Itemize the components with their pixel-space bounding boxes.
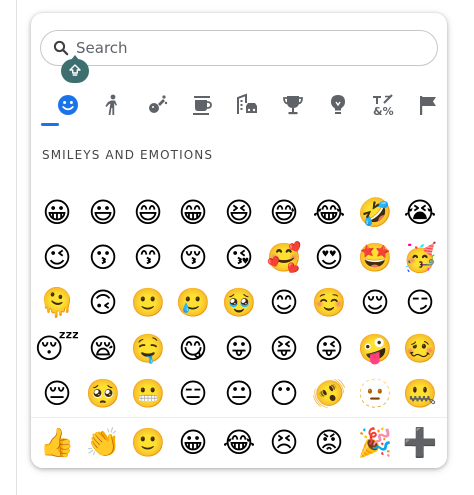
recent-emoji-button[interactable]: 😣 [264,423,304,463]
emoji-button[interactable]: 😍 [309,238,349,278]
active-tab-indicator [41,123,59,126]
add-emoji-button[interactable]: ➕ [400,423,440,463]
emoji-button[interactable]: 🥳 [400,238,440,278]
person-icon [100,93,124,121]
emoji-button[interactable]: 🥹 [219,283,259,323]
emoji-grid: 😀 😃 😄 😁 😆 😅 😂 🤣 😭 😉 😗 😙 😚 😘 🥰 😍 🤩 🥳 🫠 🙃 🙂 🥲 🥹 😊 ☺️ 😌 😏 😴 😪 🤤 😋 😛 😝 😜 🤪 🥴 😔 🥺 😬… [31,181,447,417]
emoji-button[interactable]: 🙃 [83,283,123,323]
emoji-button[interactable]: 😶 [264,374,304,414]
shift-up-icon [68,62,82,81]
emoji-button[interactable]: 😚 [173,238,213,278]
emoji-button[interactable]: 😉 [37,238,77,278]
svg-text:&%: &% [373,105,394,117]
emoji-button[interactable]: 😭 [400,193,440,233]
tab-animals[interactable] [142,91,172,123]
emoji-button[interactable]: 😀 [37,193,77,233]
emoji-button[interactable]: 😝 [264,329,304,369]
search-bar[interactable] [40,30,438,66]
emoji-button[interactable]: 😑 [173,374,213,414]
tab-symbols[interactable]: &% [368,91,398,123]
emoji-button[interactable]: 😴 [35,329,80,369]
recent-emoji-button[interactable]: 😂 [219,423,259,463]
smiley-icon [56,93,80,121]
tab-food[interactable] [187,91,217,123]
animal-icon [145,93,169,121]
search-input[interactable] [76,39,406,57]
recent-emoji-button[interactable]: 🙂 [128,423,168,463]
tab-people[interactable] [97,91,127,123]
tab-smileys[interactable] [53,91,83,123]
emoji-button[interactable]: 😊 [264,283,304,323]
emoji-button[interactable]: 😆 [219,193,259,233]
page-divider [16,0,17,495]
emoji-button[interactable]: 🤐 [400,374,440,414]
section-title: SMILEYS AND EMOTIONS [42,148,214,162]
emoji-button[interactable]: 🫥 [355,374,395,414]
emoji-button[interactable]: 😏 [400,283,440,323]
category-bar: &% [47,91,439,127]
recent-emoji-bar: 👍 👏 🙂 😀 😂 😣 😡 🎉 ➕ [31,417,447,468]
shift-tooltip [61,55,89,83]
emoji-button[interactable]: 😌 [355,283,395,323]
emoji-button[interactable]: 🫨 [309,374,349,414]
emoji-button[interactable]: 😋 [173,329,213,369]
emoji-button[interactable]: 😗 [83,238,123,278]
emoji-button[interactable]: 🥰 [264,238,304,278]
travel-icon [235,93,259,121]
emoji-button[interactable]: 😬 [128,374,168,414]
recent-emoji-button[interactable]: 👏 [83,423,123,463]
emoji-button[interactable]: 🤩 [355,238,395,278]
search-icon [53,40,69,56]
trophy-icon [281,93,305,121]
emoji-picker: &% SMILEYS AND EMOTIONS 😀😃😄😁😆😅😂🤣😭😉😗😙😚😘🥰😍… [31,13,447,468]
emoji-button[interactable]: 😪 [83,329,123,369]
emoji-button[interactable]: 😃 [83,193,123,233]
recent-emoji-button[interactable]: 🎉 [355,423,395,463]
emoji-button[interactable]: 😔 [37,374,77,414]
emoji-button[interactable]: 🤪 [355,329,395,369]
emoji-button[interactable]: 🤤 [128,329,168,369]
recent-emoji-button[interactable]: 😡 [309,423,349,463]
emoji-button[interactable]: 🥲 [173,283,213,323]
emoji-button[interactable]: 🥴 [400,329,440,369]
recent-emoji-button[interactable]: 😀 [173,423,213,463]
recent-emoji-button[interactable]: 👍 [37,423,77,463]
tab-travel[interactable] [232,91,262,123]
emoji-button[interactable]: 🙂 [128,283,168,323]
emoji-button[interactable]: 😘 [219,238,259,278]
emoji-button[interactable]: 🥺 [83,374,123,414]
emoji-button[interactable]: 🫠 [37,283,77,323]
emoji-button[interactable]: 😅 [264,193,304,233]
emoji-button[interactable]: 😙 [128,238,168,278]
symbols-icon: &% [371,93,395,121]
lightbulb-icon [326,93,350,121]
emoji-button[interactable]: 😜 [309,329,349,369]
tab-activities[interactable] [278,91,308,123]
emoji-button[interactable]: 🤣 [355,193,395,233]
emoji-button[interactable]: 😛 [219,329,259,369]
tab-objects[interactable] [323,91,353,123]
emoji-button[interactable]: 😂 [309,193,349,233]
food-icon [190,93,214,121]
tab-flags[interactable] [413,91,443,123]
flag-icon [416,93,440,121]
emoji-button[interactable]: 😐 [219,374,259,414]
emoji-button[interactable]: 😄 [128,193,168,233]
emoji-button[interactable]: ☺️ [309,283,349,323]
emoji-button[interactable]: 😁 [173,193,213,233]
